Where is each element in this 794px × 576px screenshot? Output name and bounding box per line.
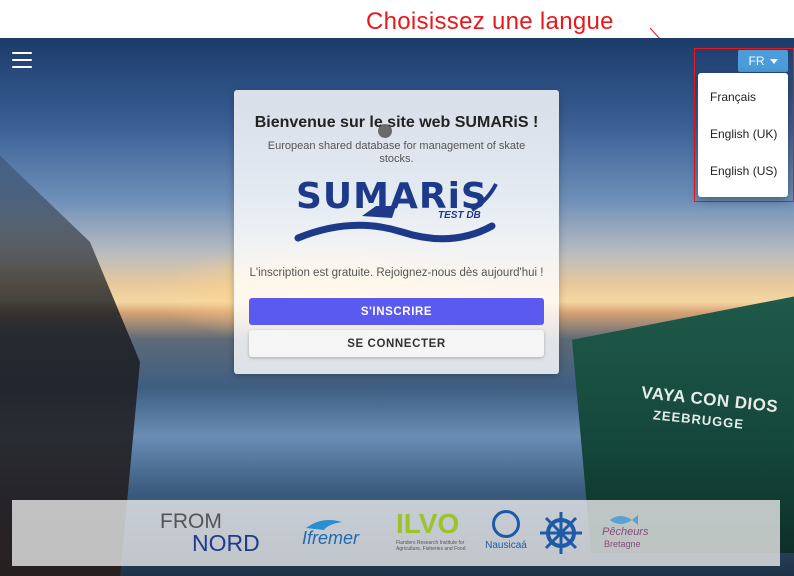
partner-logo-ifremer: Ifremer (284, 516, 390, 550)
language-menu: Français English (UK) English (US) (698, 73, 788, 197)
welcome-card: Bienvenue sur le site web SUMARiS ! Euro… (234, 90, 559, 374)
partner-logo-pecheurs-bretagne: Pêcheurs Bretagne (594, 512, 654, 556)
signup-button[interactable]: S'INSCRIRE (249, 298, 544, 325)
partner-logo-ship-wheel (538, 510, 584, 556)
language-option-en-us[interactable]: English (US) (698, 153, 788, 190)
app-frame: VAYA CON DIOS ZEEBRUGGE FR Français Engl… (0, 38, 794, 576)
nausicaa-circle-icon (492, 510, 520, 538)
signup-invite-text: L'inscription est gratuite. Rejoignez-no… (249, 267, 544, 279)
annotation-title: Choisissez une langue (366, 8, 614, 35)
partner-logo-nausicaa: Nausicaá (478, 510, 534, 554)
sumaris-logo: SUMARiS TEST DB (292, 172, 502, 264)
logo-subtext: TEST DB (438, 210, 481, 221)
login-button[interactable]: SE CONNECTER (249, 330, 544, 357)
language-option-fr[interactable]: Français (698, 79, 788, 116)
fromnord-line2: NORD (192, 530, 260, 556)
pecheurs-line1: Pêcheurs (602, 526, 649, 538)
welcome-title: Bienvenue sur le site web SUMARiS ! (254, 114, 539, 131)
partner-logo-ilvo: ILVO Flanders Research Institute for Agr… (396, 508, 476, 552)
language-selected-label: FR (748, 54, 765, 68)
welcome-subtitle: European shared database for management … (267, 140, 526, 165)
language-option-en-uk[interactable]: English (UK) (698, 116, 788, 153)
ilvo-tagline: Flanders Research Institute for Agricult… (396, 540, 466, 552)
pecheurs-line2: Bretagne (604, 539, 641, 549)
ship-wheel-icon (540, 512, 582, 554)
nausicaa-name: Nausicaá (485, 540, 527, 551)
partner-logo-fromnord: FROM NORD (152, 510, 268, 556)
partners-bar: FROM NORD Ifremer ILVO Flanders Research… (12, 500, 780, 566)
ilvo-name: ILVO (396, 508, 460, 539)
caret-down-icon (769, 58, 778, 64)
ifremer-name: Ifremer (302, 528, 360, 548)
language-select-button[interactable]: FR (738, 50, 788, 72)
loading-spinner-icon (378, 124, 392, 138)
menu-icon[interactable] (12, 52, 32, 68)
